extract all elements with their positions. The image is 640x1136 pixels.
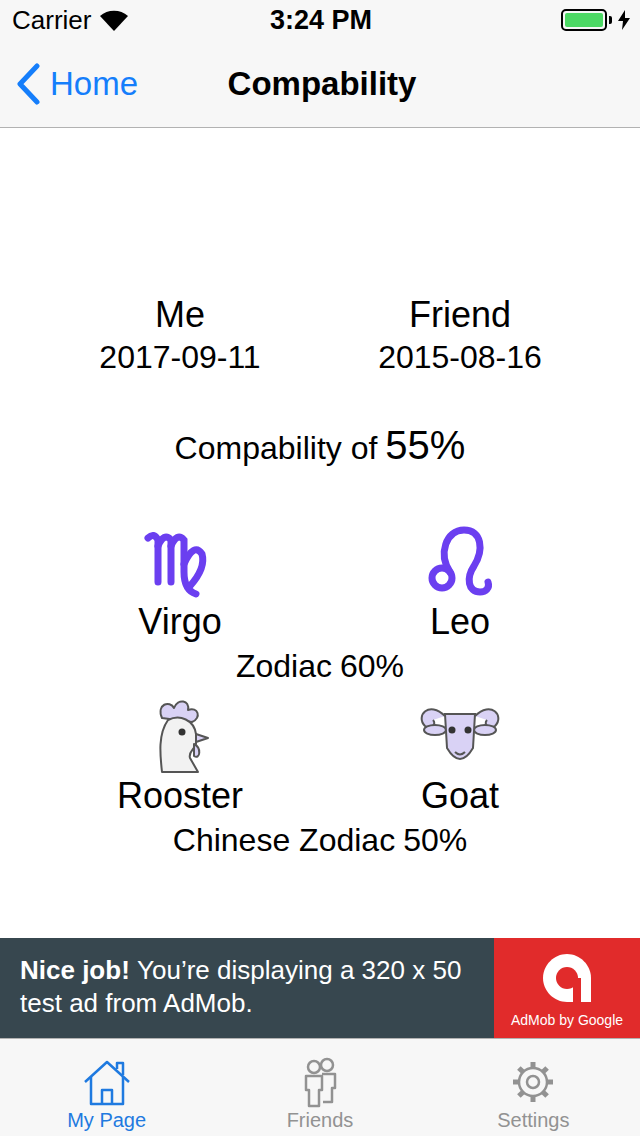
ad-banner[interactable]: Nice job!You’re displaying a 320 x 50 te…: [0, 938, 640, 1038]
wifi-icon: [99, 9, 129, 31]
zodiac-block: VirgoLeoZodiac60%: [0, 520, 640, 688]
tab-item[interactable]: Friends: [213, 1039, 426, 1136]
sign-column: Leo: [320, 520, 600, 644]
sign-column: Goat: [320, 694, 600, 818]
score-value: 60%: [340, 648, 404, 684]
admob-logo-icon: [537, 948, 597, 1008]
birth-date: 2015-08-16: [378, 337, 542, 377]
friends-icon: [292, 1056, 348, 1108]
goat-icon: [415, 694, 505, 774]
battery-track: [561, 9, 607, 31]
tab-item[interactable]: Settings: [427, 1039, 640, 1136]
sign-row: Rooster Goat: [40, 694, 600, 818]
tab-label[interactable]: My Page: [67, 1108, 146, 1132]
carrier-label: Carrier: [12, 1, 91, 40]
person-label: Me: [155, 293, 205, 337]
clock: 3:24 PM: [270, 0, 372, 41]
overall-score: Compability of55%: [0, 417, 640, 482]
chevron-left-icon: [16, 62, 40, 106]
sign-score: Chinese Zodiac50%: [0, 818, 640, 862]
sign-name: Virgo: [138, 600, 221, 644]
people-row: Me2017-09-11Friend2015-08-16: [40, 293, 600, 377]
page-title: Compability: [228, 59, 417, 109]
house-icon: [79, 1056, 135, 1108]
tab-label[interactable]: Friends: [287, 1108, 354, 1132]
charging-icon: [618, 10, 630, 30]
person-column: Friend2015-08-16: [320, 293, 600, 377]
sign-name: Rooster: [117, 774, 243, 818]
carrier-group: Carrier: [12, 1, 270, 40]
sign-column: Rooster: [40, 694, 320, 818]
virgo-symbol-icon: [140, 520, 220, 600]
person-column: Me2017-09-11: [40, 293, 320, 377]
battery-tip: [609, 16, 612, 24]
app-screen: Carrier 3:24 PM Home Compability Me2017-09-1…: [0, 0, 640, 1136]
sign-row: Virgo Leo: [40, 520, 600, 644]
compatibility-panel: Me2017-09-11Friend2015-08-16Compability …: [0, 128, 640, 938]
battery-icon: [561, 9, 630, 31]
person-label: Friend: [409, 293, 511, 337]
ad-headline[interactable]: Nice job!: [20, 955, 130, 985]
overall-value: 55%: [385, 423, 465, 467]
tab-item[interactable]: My Page: [0, 1039, 213, 1136]
score-label: Zodiac: [236, 648, 332, 684]
score-value: 50%: [403, 822, 467, 858]
ad-brand[interactable]: AdMob by Google: [511, 1012, 623, 1028]
leo-symbol-icon: [420, 520, 500, 600]
status-bar: Carrier 3:24 PM: [0, 0, 640, 40]
sign-name: Leo: [430, 600, 490, 644]
gear-icon: [505, 1056, 561, 1108]
back-button[interactable]: Home: [16, 59, 228, 109]
rooster-icon: [140, 694, 220, 774]
tab-label[interactable]: Settings: [497, 1108, 569, 1132]
battery-fill: [565, 13, 603, 27]
back-label[interactable]: Home: [50, 59, 138, 109]
chinese-zodiac-block: RoosterGoatChinese Zodiac50%: [0, 694, 640, 862]
tab-bar: My Page Friends Settings: [0, 1038, 640, 1136]
sign-column: Virgo: [40, 520, 320, 644]
sign-score: Zodiac60%: [0, 644, 640, 688]
sign-name: Goat: [421, 774, 499, 818]
score-label: Chinese Zodiac: [173, 822, 395, 858]
overall-label: Compability of: [175, 430, 378, 466]
ad-message[interactable]: Nice job!You’re displaying a 320 x 50 te…: [0, 938, 494, 1038]
birth-date: 2017-09-11: [99, 337, 260, 377]
ad-brand-panel[interactable]: AdMob by Google: [494, 938, 640, 1038]
navigation-bar: Home Compability: [0, 40, 640, 128]
